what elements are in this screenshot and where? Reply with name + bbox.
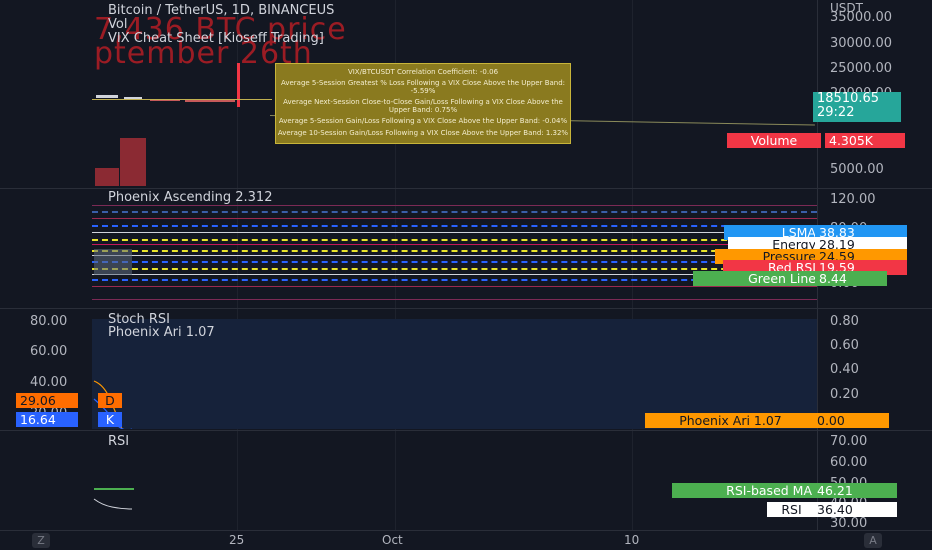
callout-line: Average 10-Session Gain/Loss Following a… xyxy=(277,128,569,137)
axis-label: 0.40 xyxy=(830,362,859,377)
axis-label: 80.00 xyxy=(30,314,68,329)
level-line xyxy=(92,255,817,256)
vix-indicator-title[interactable]: VIX Cheat Sheet [Kioseff Trading] xyxy=(108,31,324,46)
axis-label: 35000.00 xyxy=(830,10,893,25)
time-label: 25 xyxy=(229,533,245,547)
level-line xyxy=(92,268,817,270)
level-line xyxy=(92,261,817,263)
candle xyxy=(96,95,118,98)
rsi-ma-line xyxy=(94,488,134,490)
axis-label: 5000.00 xyxy=(830,162,884,177)
symbol-title[interactable]: Bitcoin / TetherUS, 1D, BINANCEUS xyxy=(108,3,334,18)
level-line xyxy=(92,232,817,233)
rsi-ma-label-tag: RSI-based MA xyxy=(672,483,816,498)
green-line-value-tag: 8.44 xyxy=(815,271,887,286)
level-line xyxy=(92,211,817,213)
axis-label: 25000.00 xyxy=(830,61,893,76)
level-line xyxy=(92,239,817,241)
level-line xyxy=(92,299,817,300)
axis-label: 30.00 xyxy=(830,516,868,531)
volume-label-tag: Volume xyxy=(727,133,821,148)
callout-line: VIX/BTCUSDT Correlation Coefficient: -0.… xyxy=(347,68,499,76)
axis-label: 40.00 xyxy=(30,375,68,390)
green-line-label-tag: Green Line xyxy=(693,271,820,286)
level-line xyxy=(92,225,817,227)
callout-line: Average 5-Session Gain/Loss Following a … xyxy=(278,117,568,126)
axis-label: 30000.00 xyxy=(830,36,893,51)
axis-label: 70.00 xyxy=(830,434,868,449)
k-label-tag: K xyxy=(98,412,122,427)
rsi-value-tag: 36.40 xyxy=(813,502,897,517)
axis-label: 60.00 xyxy=(30,344,68,359)
d-value-tag: 29.06 xyxy=(16,393,78,408)
candle xyxy=(185,100,235,102)
volume-indicator-title[interactable]: Vol xyxy=(108,17,127,32)
callout-line: Average Next-Session Close-to-Close Gain… xyxy=(283,98,563,115)
level-line xyxy=(92,286,817,287)
axis-label: 120.00 xyxy=(830,192,876,207)
time-label: 10 xyxy=(624,533,640,547)
auto-scale-button[interactable]: A xyxy=(864,533,882,548)
zoom-reset-button[interactable]: Z xyxy=(32,533,50,548)
stoch-rsi-pane[interactable]: Stoch RSI Phoenix Ari 1.07 xyxy=(0,309,932,430)
candle xyxy=(237,63,240,107)
phoenix-title[interactable]: Phoenix Ascending 2.312 xyxy=(108,190,272,205)
volume-bar xyxy=(95,168,119,186)
d-label-tag: D xyxy=(98,393,122,408)
ma-line xyxy=(92,99,272,100)
level-line xyxy=(92,250,817,252)
price-pane[interactable]: 7,436 BTC price ptember 26th Bitcoin / T… xyxy=(0,0,932,188)
volume-bar xyxy=(120,138,146,186)
rsi-ma-value-tag: 46.21 xyxy=(813,483,897,498)
level-line xyxy=(92,218,817,219)
phoenix-ari-value-tag: 0.00 xyxy=(813,413,889,428)
level-line xyxy=(92,244,817,245)
axis-label: 60.00 xyxy=(830,455,868,470)
axis-label: 0.20 xyxy=(830,387,859,402)
rsi-line xyxy=(93,498,133,510)
rsi-title[interactable]: RSI xyxy=(108,434,129,449)
last-price-tag: 18510.65 29:22 xyxy=(813,92,901,122)
phoenix-ari-label-tag: Phoenix Ari 1.07 xyxy=(645,413,816,428)
time-axis-border xyxy=(0,530,932,531)
callout-line: Average 5-Session Greatest % Loss Follow… xyxy=(280,79,566,96)
bar-countdown: 29:22 xyxy=(817,105,855,120)
volume-value-tag: 4.305K xyxy=(825,133,905,148)
last-price: 18510.65 xyxy=(817,91,880,106)
phoenix-ari-title[interactable]: Phoenix Ari 1.07 xyxy=(108,325,215,340)
k-value-tag: 16.64 xyxy=(16,412,78,427)
vix-stats-callout: VIX/BTCUSDT Correlation Coefficient: -0.… xyxy=(275,63,571,144)
indicator-fill xyxy=(94,249,132,275)
level-line xyxy=(92,205,817,206)
axis-label: 0.80 xyxy=(830,314,859,329)
rsi-label-tag: RSI xyxy=(767,502,816,517)
time-label: Oct xyxy=(382,533,403,547)
axis-label: 0.60 xyxy=(830,338,859,353)
